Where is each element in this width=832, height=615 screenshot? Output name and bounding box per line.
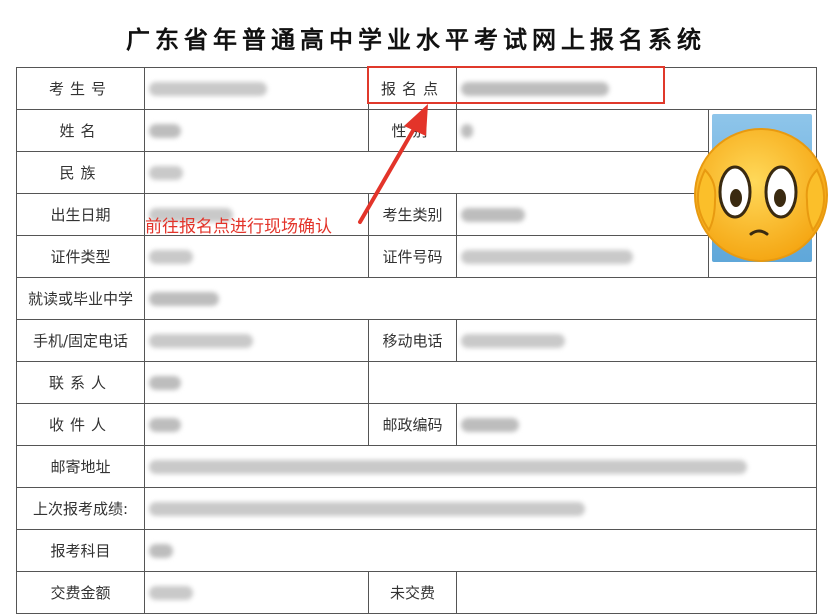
subjects-value	[144, 529, 817, 572]
name-value	[144, 109, 369, 152]
payment-status: 未交费	[368, 571, 457, 614]
candidate-type-label: 考生类别	[368, 193, 457, 236]
exam-number-value	[144, 67, 369, 110]
page-title: 广东省年普通高中学业水平考试网上报名系统	[126, 26, 706, 54]
id-number-label: 证件号码	[368, 235, 457, 278]
id-type-value	[144, 235, 369, 278]
candidate-type-value	[456, 193, 709, 236]
mobile-label: 移动电话	[368, 319, 457, 362]
phone-label: 手机/固定电话	[16, 319, 145, 362]
postal-code-value	[456, 403, 817, 446]
registration-point-highlight	[367, 66, 665, 104]
school-value	[144, 277, 817, 320]
recipient-value	[144, 403, 369, 446]
fee-amount-label: 交费金额	[16, 571, 145, 614]
phone-value	[144, 319, 369, 362]
contact-person-label: 联系人	[16, 361, 145, 404]
last-results-value	[144, 487, 817, 530]
recipient-label: 收件人	[16, 403, 145, 446]
mailing-address-label: 邮寄地址	[16, 445, 145, 488]
postal-code-label: 邮政编码	[368, 403, 457, 446]
gender-label: 性别	[368, 109, 457, 152]
mobile-value	[456, 319, 817, 362]
contact-empty-cell	[368, 361, 817, 404]
gender-value	[456, 109, 709, 152]
name-label: 姓名	[16, 109, 145, 152]
ethnicity-label: 民族	[16, 151, 145, 194]
subjects-label: 报考科目	[16, 529, 145, 572]
mailing-address-value	[144, 445, 817, 488]
id-type-label: 证件类型	[16, 235, 145, 278]
ethnicity-value	[144, 151, 709, 194]
annotation-text: 前往报名点进行现场确认	[145, 217, 332, 237]
contact-person-value	[144, 361, 369, 404]
birth-date-label: 出生日期	[16, 193, 145, 236]
fee-amount-value	[144, 571, 369, 614]
school-label: 就读或毕业中学	[16, 277, 145, 320]
exam-number-label: 考生号	[16, 67, 145, 110]
last-results-label: 上次报考成绩:	[16, 487, 145, 530]
id-number-value	[456, 235, 709, 278]
payment-empty-cell	[456, 571, 817, 614]
shocked-emoji-icon	[694, 128, 828, 262]
